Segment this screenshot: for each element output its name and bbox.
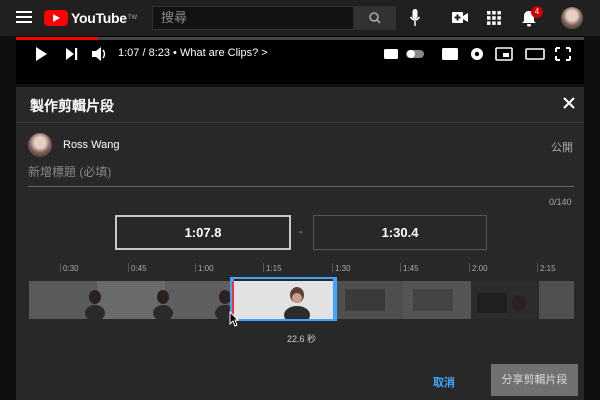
autoplay-toggle-knob: [407, 50, 415, 58]
timeline-tick: [332, 263, 333, 272]
channel-avatar: [28, 133, 52, 157]
cancel-button[interactable]: 取消: [433, 374, 455, 390]
mouse-cursor-icon: [229, 311, 239, 327]
logo-region: TW: [127, 15, 138, 21]
miniplayer-controls-group: [384, 47, 571, 61]
player-right-controls: [384, 47, 571, 61]
timeline-tick-label: 2:15: [540, 264, 556, 273]
clip-end-handle[interactable]: [333, 277, 337, 321]
time-display[interactable]: 1:07 / 8:23 • What are Clips? >: [118, 47, 268, 59]
theater-mode-icon: [525, 48, 545, 60]
timeline-tick-label: 0:45: [131, 264, 147, 273]
clip-selection-range[interactable]: [232, 277, 335, 321]
time-range-dash: -: [299, 226, 303, 238]
timeline-tick-label: 1:30: [335, 264, 351, 273]
logo-text: YouTube: [71, 10, 127, 26]
timeline-tick: [469, 263, 470, 272]
timeline-tick: [195, 263, 196, 272]
search-button[interactable]: [354, 6, 396, 30]
notification-count-badge: 4: [531, 6, 543, 18]
youtube-play-icon: [44, 10, 68, 26]
mic-icon[interactable]: [410, 9, 420, 27]
progress-bar-fill: [16, 37, 98, 40]
end-time-field[interactable]: 1:30.4: [313, 215, 487, 250]
menu-icon[interactable]: [16, 11, 32, 23]
account-avatar[interactable]: [561, 7, 583, 29]
timeline-tick: [263, 263, 264, 272]
create-video-icon[interactable]: [452, 11, 468, 24]
character-count: 0/140: [549, 197, 572, 207]
channel-name: Ross Wang: [63, 139, 120, 151]
timeline-tick-label: 1:00: [198, 264, 214, 273]
timeline-tick-label: 1:45: [403, 264, 419, 273]
keyboard-icon: [384, 49, 398, 59]
clip-duration: 22.6 秒: [287, 334, 317, 344]
timeline-tick: [128, 263, 129, 272]
dialog-divider: [16, 122, 584, 123]
dialog-title: 製作剪輯片段: [30, 98, 114, 114]
timeline-tick-label: 1:15: [266, 264, 282, 273]
visibility-label: 公開: [551, 142, 573, 154]
timeline-tick-label: 0:30: [63, 264, 79, 273]
subtitles-icon: [442, 48, 458, 60]
search-icon: [369, 12, 381, 24]
start-time-field[interactable]: 1:07.8: [115, 215, 291, 250]
fullscreen-icon: [555, 47, 571, 61]
search-input[interactable]: 搜尋: [152, 6, 354, 30]
share-clip-button[interactable]: 分享剪輯片段: [491, 364, 578, 396]
apps-grid-icon[interactable]: [487, 11, 501, 25]
progress-bar[interactable]: [16, 37, 584, 40]
timeline-tick-label: 2:00: [472, 264, 488, 273]
clip-title-input[interactable]: 新增標題 (必填): [28, 163, 574, 187]
youtube-logo[interactable]: YouTube TW: [44, 9, 137, 27]
timeline-tick: [537, 263, 538, 272]
next-icon[interactable]: [66, 48, 78, 60]
clip-dialog: [16, 87, 584, 400]
volume-icon[interactable]: [92, 46, 108, 62]
timeline-tick: [60, 263, 61, 272]
timeline-tick: [400, 263, 401, 272]
play-icon[interactable]: [36, 47, 47, 61]
close-icon[interactable]: [562, 96, 576, 110]
